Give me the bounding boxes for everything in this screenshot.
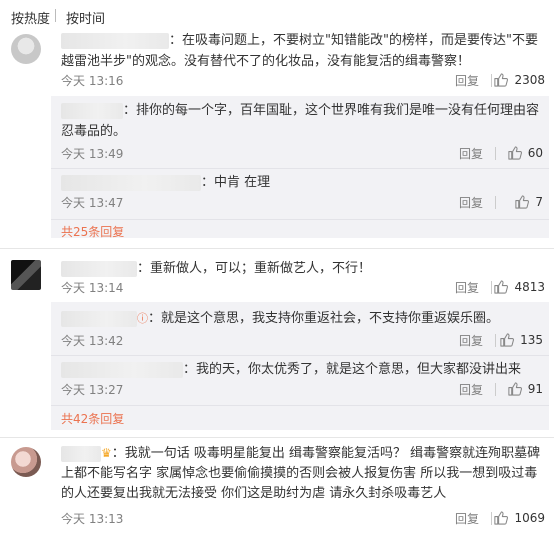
like-button[interactable]: 7 bbox=[514, 194, 543, 209]
sort-by-time-tab[interactable]: 按时间 bbox=[66, 8, 105, 27]
reply-button[interactable]: 回复 bbox=[459, 194, 483, 211]
reply-button[interactable]: 回复 bbox=[455, 72, 479, 89]
meta-divider bbox=[491, 281, 492, 294]
meta-divider bbox=[495, 147, 496, 160]
meta-divider bbox=[495, 196, 496, 209]
like-count: 60 bbox=[527, 145, 543, 160]
reply-text: ：排你的每一个字，百年国耻，这个世界唯有我们是唯一没有任何理由容忍毒品的。 bbox=[61, 103, 540, 139]
like-count: 7 bbox=[535, 194, 543, 209]
username-blurred[interactable] bbox=[61, 174, 201, 191]
thumbs-up-icon bbox=[508, 382, 522, 396]
reply-body: ：我的天，你太优秀了，就是这个意思，但大家都没讲出来 bbox=[61, 359, 543, 380]
like-button[interactable]: 135 bbox=[499, 332, 543, 347]
meta-divider bbox=[495, 334, 496, 347]
like-button[interactable]: 4813 bbox=[493, 279, 545, 294]
comment-body: ：重新做人，可以；重新做艺人，不行！ bbox=[61, 258, 549, 279]
replies-box: ：排你的每一个字，百年国耻，这个世界唯有我们是唯一没有任何理由容忍毒品的。 今天… bbox=[51, 96, 549, 240]
thumbs-up-icon bbox=[500, 333, 515, 347]
username-blurred[interactable] bbox=[61, 32, 169, 49]
reply-text: ：我的天，你太优秀了，就是这个意思，但大家都没讲出来 bbox=[183, 362, 522, 377]
comment-divider bbox=[0, 437, 554, 438]
reply-divider bbox=[51, 168, 549, 169]
reply-time: 今天 13:27 bbox=[61, 383, 124, 397]
reply-meta: 今天 13:42 回复 135 bbox=[61, 332, 549, 350]
reply-text: ：中肯 在理 bbox=[201, 175, 271, 190]
like-button[interactable]: 1069 bbox=[493, 510, 545, 525]
sort-divider bbox=[55, 9, 56, 22]
meta-divider bbox=[491, 74, 492, 87]
sort-bar: 按热度 按时间 bbox=[0, 0, 554, 30]
reply-button[interactable]: 回复 bbox=[459, 332, 483, 349]
reply-button[interactable]: 回复 bbox=[455, 510, 479, 527]
like-count: 4813 bbox=[514, 279, 545, 294]
thumbs-up-icon bbox=[494, 511, 509, 525]
reply-time: 今天 13:47 bbox=[61, 196, 124, 210]
like-button[interactable]: 91 bbox=[507, 381, 543, 396]
like-button[interactable]: 60 bbox=[507, 145, 543, 160]
avatar[interactable] bbox=[11, 34, 41, 64]
comment-divider bbox=[0, 248, 554, 249]
username-blurred[interactable] bbox=[61, 361, 183, 378]
like-button[interactable]: 2308 bbox=[493, 72, 545, 87]
reply-button[interactable]: 回复 bbox=[455, 279, 479, 296]
username-blurred[interactable] bbox=[61, 445, 101, 462]
reply-time: 今天 13:49 bbox=[61, 147, 124, 161]
sort-by-hot-tab[interactable]: 按热度 bbox=[11, 8, 50, 27]
comment-meta: 今天 13:14 回复 4813 bbox=[61, 279, 554, 297]
comment-time: 今天 13:14 bbox=[61, 281, 124, 295]
avatar[interactable] bbox=[11, 447, 41, 477]
thumbs-up-icon bbox=[508, 146, 522, 160]
reply-divider bbox=[51, 355, 549, 356]
more-replies-link[interactable]: 共25条回复 bbox=[61, 223, 124, 240]
thumbs-up-icon bbox=[515, 195, 530, 209]
comment-body: ：在吸毒问题上，不要树立"知错能改"的榜样，而是要传达"不要越雷池半步"的观念。… bbox=[61, 30, 549, 72]
like-count: 2308 bbox=[514, 72, 545, 87]
comment-text: ：重新做人，可以；重新做艺人，不行！ bbox=[137, 261, 372, 276]
reply-time: 今天 13:42 bbox=[61, 334, 124, 348]
reply-button[interactable]: 回复 bbox=[459, 145, 483, 162]
username-blurred[interactable] bbox=[61, 102, 123, 119]
thumbs-up-icon bbox=[494, 280, 509, 294]
comment-meta: 今天 13:13 回复 1069 bbox=[61, 510, 554, 528]
comment-body: ♛：我就一句话 吸毒明星能复出 缉毒警察能复活吗？ 缉毒警察就连殉职墓碑上都不能… bbox=[61, 443, 549, 504]
vip-badge-icon: ♛ bbox=[101, 446, 112, 460]
reply-divider bbox=[51, 219, 549, 220]
comment-time: 今天 13:16 bbox=[61, 74, 124, 88]
reply-body: ⓘ：就是这个意思，我支持你重返社会，不支持你重返娱乐圈。 bbox=[61, 308, 543, 329]
like-count: 135 bbox=[520, 332, 543, 347]
like-count: 1069 bbox=[514, 510, 545, 525]
comment-time: 今天 13:13 bbox=[61, 512, 124, 526]
reply-text: ：就是这个意思，我支持你重返社会，不支持你重返娱乐圈。 bbox=[148, 311, 500, 326]
reply-button[interactable]: 回复 bbox=[459, 381, 483, 398]
reply-body: ：中肯 在理 bbox=[61, 172, 543, 193]
username-blurred[interactable] bbox=[61, 310, 137, 327]
reply-body: ：排你的每一个字，百年国耻，这个世界唯有我们是唯一没有任何理由容忍毒品的。 bbox=[61, 100, 543, 142]
reply-meta: 今天 13:49 回复 60 bbox=[61, 145, 549, 163]
meta-divider bbox=[491, 512, 492, 525]
replies-box: ⓘ：就是这个意思，我支持你重返社会，不支持你重返娱乐圈。 今天 13:42 回复… bbox=[51, 302, 549, 430]
meta-divider bbox=[495, 383, 496, 396]
avatar[interactable] bbox=[11, 260, 41, 290]
more-replies-link[interactable]: 共42条回复 bbox=[61, 410, 124, 427]
reply-meta: 今天 13:27 回复 91 bbox=[61, 381, 549, 399]
thumbs-up-icon bbox=[494, 73, 509, 87]
reply-divider bbox=[51, 405, 549, 406]
reply-meta: 今天 13:47 回复 7 bbox=[61, 194, 549, 212]
username-blurred[interactable] bbox=[61, 260, 137, 277]
badge-icon: ⓘ bbox=[137, 312, 148, 325]
like-count: 91 bbox=[527, 381, 543, 396]
comment-text: ：我就一句话 吸毒明星能复出 缉毒警察能复活吗？ 缉毒警察就连殉职墓碑上都不能写… bbox=[61, 446, 541, 501]
comment-meta: 今天 13:16 回复 2308 bbox=[61, 72, 554, 90]
